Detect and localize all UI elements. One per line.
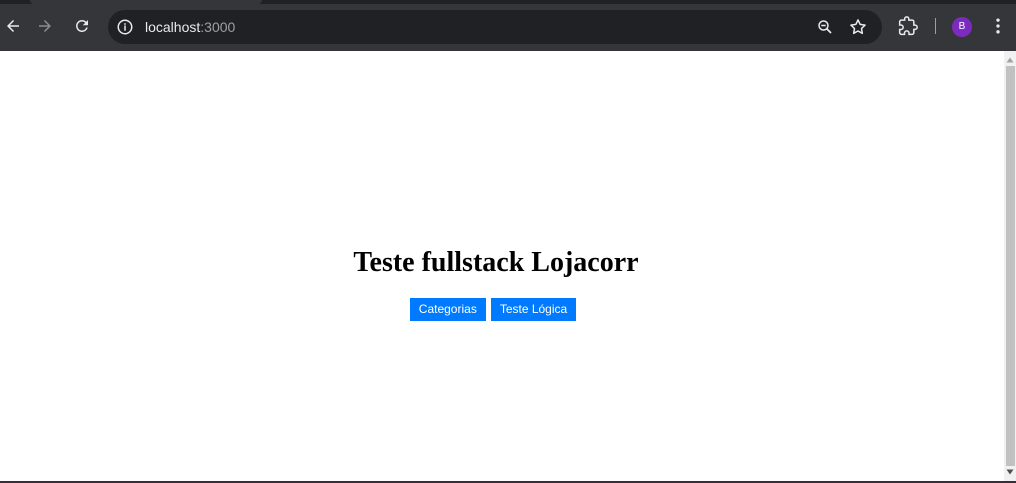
teste-logica-button[interactable]: Teste Lógica (490, 298, 577, 321)
info-icon[interactable] (116, 18, 134, 36)
profile-avatar[interactable]: B (952, 17, 972, 37)
reload-button[interactable] (69, 13, 95, 39)
back-button[interactable] (0, 13, 26, 39)
categorias-button[interactable]: Categorias (409, 298, 486, 321)
tab-strip (0, 0, 1016, 4)
back-icon (7, 20, 19, 32)
star-icon[interactable] (848, 17, 868, 37)
kebab-menu-icon[interactable] (988, 16, 1008, 36)
page-viewport: Teste fullstack Lojacorr Categorias Test… (0, 51, 1004, 481)
active-tab[interactable] (30, 0, 262, 4)
address-bar[interactable]: localhost:3000 (108, 10, 882, 44)
toolbar-divider (935, 18, 936, 34)
vertical-scrollbar[interactable] (1004, 51, 1016, 481)
forward-button[interactable] (32, 13, 58, 39)
scrollbar-thumb[interactable] (1006, 66, 1015, 466)
url-host: localhost (145, 19, 201, 35)
forward-icon (39, 20, 51, 32)
button-row: Categorias Teste Lógica (0, 298, 986, 321)
zoom-out-icon[interactable] (816, 18, 834, 36)
page-title: Teste fullstack Lojacorr (353, 247, 639, 278)
scroll-up-arrow-icon[interactable] (1006, 56, 1014, 64)
reload-icon (76, 20, 88, 32)
browser-toolbar: localhost:3000 B (0, 0, 1016, 51)
url-port: :3000 (200, 19, 236, 35)
extensions-icon[interactable] (898, 16, 918, 36)
url-text[interactable]: localhost:3000 (145, 19, 235, 35)
scroll-down-arrow-icon[interactable] (1006, 468, 1014, 476)
